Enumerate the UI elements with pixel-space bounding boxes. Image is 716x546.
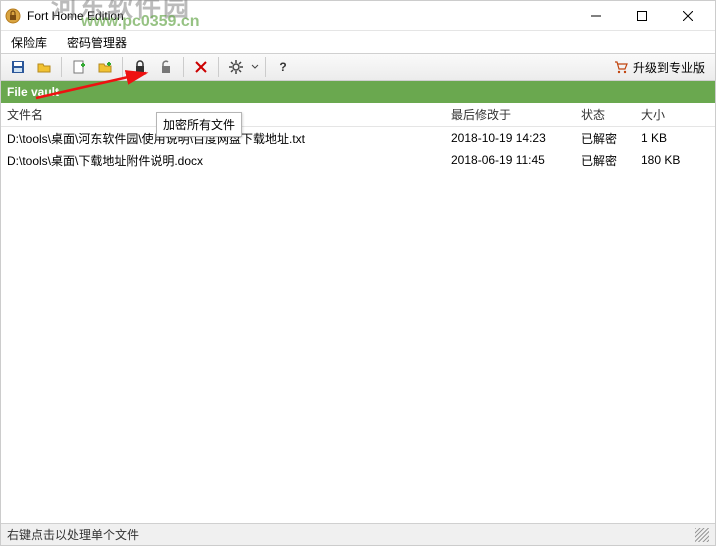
file-list: D:\tools\桌面\河东软件园\使用说明\百度网盘下载地址.txt 2018… — [1, 127, 715, 171]
settings-button[interactable] — [224, 56, 248, 78]
remove-button[interactable] — [189, 56, 213, 78]
toolbar-separator — [265, 57, 266, 77]
titlebar: Fort Home Edition — [1, 1, 715, 31]
open-button[interactable] — [32, 56, 56, 78]
tooltip: 加密所有文件 — [156, 112, 242, 137]
cart-icon — [613, 59, 629, 75]
cell-date: 2018-06-19 11:45 — [445, 153, 575, 167]
window-title: Fort Home Edition — [27, 9, 573, 23]
toolbar: ? 升级到专业版 — [1, 53, 715, 81]
status-text: 右键点击以处理单个文件 — [7, 526, 139, 543]
lock-all-button[interactable] — [128, 56, 152, 78]
toolbar-separator — [122, 57, 123, 77]
section-header: File vault — [1, 81, 715, 103]
cell-status: 已解密 — [575, 152, 635, 169]
col-size[interactable]: 大小 — [635, 103, 715, 126]
table-row[interactable]: D:\tools\桌面\下载地址附件说明.docx 2018-06-19 11:… — [1, 149, 715, 171]
cell-size: 1 KB — [635, 131, 715, 145]
col-status[interactable]: 状态 — [575, 103, 635, 126]
close-button[interactable] — [665, 1, 711, 31]
toolbar-separator — [218, 57, 219, 77]
menu-password-manager[interactable]: 密码管理器 — [63, 32, 131, 53]
table-row[interactable]: D:\tools\桌面\河东软件园\使用说明\百度网盘下载地址.txt 2018… — [1, 127, 715, 149]
maximize-button[interactable] — [619, 1, 665, 31]
save-button[interactable] — [6, 56, 30, 78]
toolbar-separator — [61, 57, 62, 77]
list-header: 文件名 最后修改于 状态 大小 — [1, 103, 715, 127]
help-button[interactable]: ? — [271, 56, 295, 78]
add-file-button[interactable] — [67, 56, 91, 78]
upgrade-button[interactable]: 升级到专业版 — [607, 57, 711, 78]
app-icon — [5, 8, 21, 24]
cell-filename: D:\tools\桌面\下载地址附件说明.docx — [1, 152, 445, 169]
toolbar-separator — [183, 57, 184, 77]
cell-size: 180 KB — [635, 153, 715, 167]
cell-date: 2018-10-19 14:23 — [445, 131, 575, 145]
col-modified[interactable]: 最后修改于 — [445, 103, 575, 126]
upgrade-label: 升级到专业版 — [633, 59, 705, 76]
menu-vault[interactable]: 保险库 — [7, 32, 51, 53]
section-title: File vault — [7, 85, 59, 99]
statusbar: 右键点击以处理单个文件 — [1, 523, 715, 545]
minimize-button[interactable] — [573, 1, 619, 31]
menubar: 保险库 密码管理器 — [1, 31, 715, 53]
cell-status: 已解密 — [575, 130, 635, 147]
resize-grip-icon[interactable] — [695, 528, 709, 542]
add-folder-button[interactable] — [93, 56, 117, 78]
settings-dropdown-button[interactable] — [250, 56, 260, 78]
unlock-all-button[interactable] — [154, 56, 178, 78]
